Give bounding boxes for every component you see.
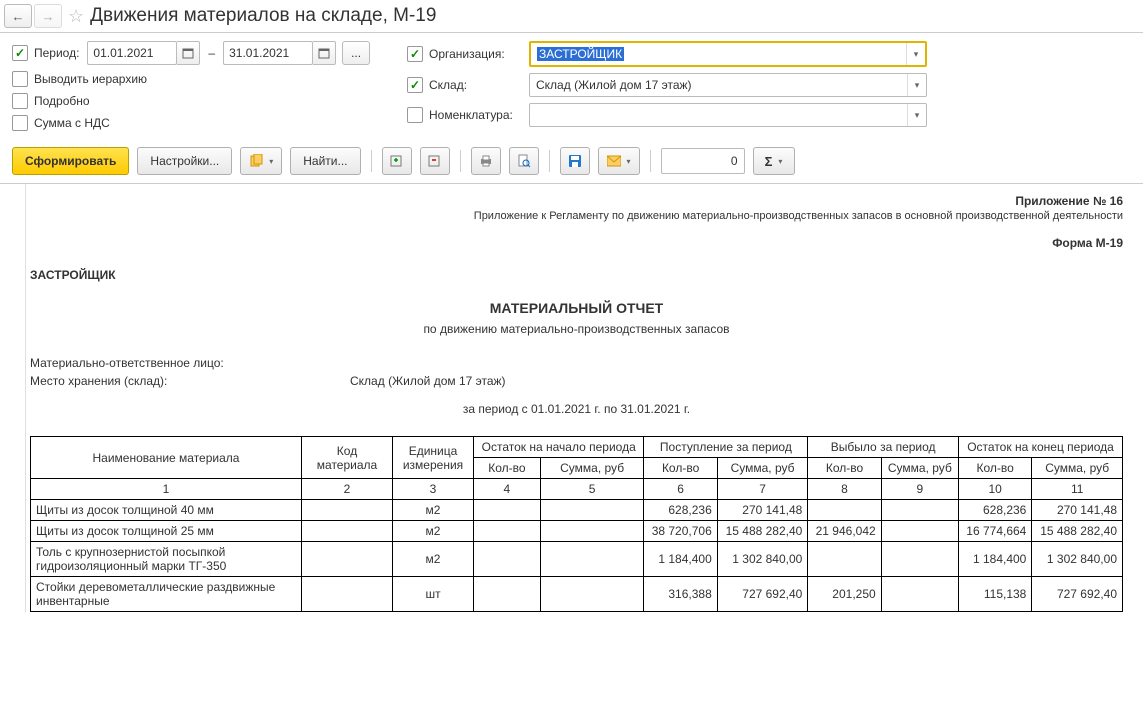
preview-icon xyxy=(517,154,531,168)
settings-button[interactable]: Настройки... xyxy=(137,147,232,175)
th-in-sum: Сумма, руб xyxy=(717,458,808,479)
vat-label: Сумма с НДС xyxy=(34,116,110,130)
col-number: 7 xyxy=(717,479,808,500)
form-number: Форма М-19 xyxy=(30,236,1123,250)
warehouse-value: Склад (Жилой дом 17 этаж) xyxy=(530,78,907,92)
table-row[interactable]: Толь с крупнозернистой посыпкой гидроизо… xyxy=(31,542,1123,577)
report-subtitle: по движению материально-производственных… xyxy=(30,322,1123,336)
col-number: 2 xyxy=(302,479,393,500)
hierarchy-label: Выводить иерархию xyxy=(34,72,147,86)
warehouse-select[interactable]: Склад (Жилой дом 17 этаж)▾ xyxy=(529,73,927,97)
dropdown-arrow-icon: ▾ xyxy=(906,43,925,65)
nomenclature-checkbox[interactable] xyxy=(407,107,423,123)
nav-back-button[interactable]: ← xyxy=(4,4,32,28)
expand-button[interactable] xyxy=(382,147,412,175)
dropdown-arrow-icon: ▾ xyxy=(907,74,926,96)
warehouse-checkbox[interactable] xyxy=(407,77,423,93)
filters-panel: Период: 01.01.2021 – 31.01.2021 ... Выво… xyxy=(0,33,1143,143)
store-label: Место хранения (склад): xyxy=(30,374,350,388)
mail-button[interactable]: ▾ xyxy=(598,147,640,175)
save-button[interactable] xyxy=(560,147,590,175)
store-value: Склад (Жилой дом 17 этаж) xyxy=(350,374,506,388)
envelope-icon xyxy=(607,155,621,167)
table-row[interactable]: Щиты из досок толщиной 25 ммм238 720,706… xyxy=(31,521,1123,542)
th-out-qty: Кол-во xyxy=(808,458,881,479)
col-number: 3 xyxy=(393,479,474,500)
appendix-number: Приложение № 16 xyxy=(30,194,1123,208)
period-from-input[interactable]: 01.01.2021 xyxy=(87,41,177,65)
table-row[interactable]: Щиты из досок толщиной 40 ммм2628,236270… xyxy=(31,500,1123,521)
nomenclature-select[interactable]: ▾ xyxy=(529,103,927,127)
col-number: 4 xyxy=(474,479,541,500)
copy-icon xyxy=(249,154,263,168)
report-title: МАТЕРИАЛЬНЫЙ ОТЧЕТ xyxy=(30,300,1123,316)
th-end-sum: Сумма, руб xyxy=(1032,458,1123,479)
diskette-icon xyxy=(568,154,582,168)
dropdown-arrow-icon: ▾ xyxy=(907,104,926,126)
col-number: 8 xyxy=(808,479,881,500)
th-unit: Единица измерения xyxy=(393,437,474,479)
sum-button[interactable]: Σ▾ xyxy=(753,147,795,175)
th-start: Остаток на начало периода xyxy=(474,437,644,458)
favorite-star-icon[interactable]: ☆ xyxy=(68,6,84,27)
org-select[interactable]: ЗАСТРОЙЩИК ▾ xyxy=(529,41,927,67)
period-checkbox[interactable] xyxy=(12,45,28,61)
toolbar: Сформировать Настройки... ▾ Найти... ▾ 0… xyxy=(0,143,1143,183)
collapse-button[interactable] xyxy=(420,147,450,175)
th-code: Код материала xyxy=(302,437,393,479)
period-more-button[interactable]: ... xyxy=(342,41,370,65)
period-to-input[interactable]: 31.01.2021 xyxy=(223,41,313,65)
outline-column[interactable] xyxy=(5,184,26,612)
col-number: 10 xyxy=(959,479,1032,500)
org-checkbox[interactable] xyxy=(407,46,423,62)
preview-button[interactable] xyxy=(509,147,539,175)
th-in-qty: Кол-во xyxy=(644,458,717,479)
collapse-icon xyxy=(428,154,442,168)
form-button[interactable]: Сформировать xyxy=(12,147,129,175)
warehouse-label: Склад: xyxy=(429,78,529,92)
detail-label: Подробно xyxy=(34,94,90,108)
copy-button[interactable]: ▾ xyxy=(240,147,282,175)
col-number: 9 xyxy=(881,479,958,500)
col-number: 11 xyxy=(1032,479,1123,500)
th-out: Выбыло за период xyxy=(808,437,959,458)
data-table: Наименование материала Код материала Еди… xyxy=(30,436,1123,612)
titlebar: ← → ☆ Движения материалов на складе, М-1… xyxy=(0,0,1143,33)
org-value: ЗАСТРОЙЩИК xyxy=(537,47,624,61)
period-to-calendar-icon[interactable] xyxy=(313,41,336,65)
org-label: Организация: xyxy=(429,47,529,61)
th-start-qty: Кол-во xyxy=(474,458,541,479)
table-row[interactable]: Стойки деревометаллические раздвижные ин… xyxy=(31,577,1123,612)
printer-icon xyxy=(479,154,493,168)
print-button[interactable] xyxy=(471,147,501,175)
period-dash: – xyxy=(208,46,215,60)
find-button[interactable]: Найти... xyxy=(290,147,360,175)
report-area: Приложение № 16 Приложение к Регламенту … xyxy=(0,183,1143,612)
hierarchy-checkbox[interactable] xyxy=(12,71,28,87)
col-number: 5 xyxy=(540,479,644,500)
nav-forward-button[interactable]: → xyxy=(34,4,62,28)
period-from-calendar-icon[interactable] xyxy=(177,41,200,65)
th-out-sum: Сумма, руб xyxy=(881,458,958,479)
th-in: Поступление за период xyxy=(644,437,808,458)
mol-label: Материально-ответственное лицо: xyxy=(30,356,350,370)
counter-input[interactable]: 0 xyxy=(661,148,745,174)
report-period: за период с 01.01.2021 г. по 31.01.2021 … xyxy=(30,402,1123,416)
th-end: Остаток на конец периода xyxy=(959,437,1123,458)
th-name: Наименование материала xyxy=(31,437,302,479)
expand-icon xyxy=(390,154,404,168)
detail-checkbox[interactable] xyxy=(12,93,28,109)
sigma-icon: Σ xyxy=(765,154,773,169)
page-title: Движения материалов на складе, М-19 xyxy=(90,5,436,27)
nomenclature-label: Номенклатура: xyxy=(429,108,529,122)
period-label: Период: xyxy=(34,46,79,60)
vat-checkbox[interactable] xyxy=(12,115,28,131)
col-number: 6 xyxy=(644,479,717,500)
col-number: 1 xyxy=(31,479,302,500)
th-end-qty: Кол-во xyxy=(959,458,1032,479)
th-start-sum: Сумма, руб xyxy=(540,458,644,479)
appendix-subtitle: Приложение к Регламенту по движению мате… xyxy=(30,210,1123,222)
company-name: ЗАСТРОЙЩИК xyxy=(30,268,1123,282)
